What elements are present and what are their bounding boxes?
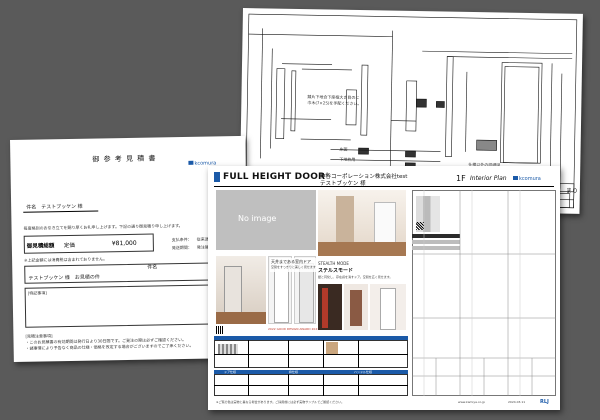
plan-grid-lines	[412, 190, 556, 396]
plan-footer-date: 2024.03.11	[508, 400, 526, 404]
plan-footer-url: www.kamiya.co.jp	[458, 400, 486, 404]
logo-mark-icon	[214, 172, 220, 182]
remarks-label: [特記事項]	[27, 290, 47, 296]
table-rule	[323, 340, 324, 368]
subject-value: テストブッケン 様 お見積の件	[28, 274, 100, 282]
drawing-label-base: 下地枠用	[339, 156, 356, 162]
drawing-label-floor: 床面	[339, 146, 348, 152]
drawing-note-2: 巾木(7×25)を手配ください。	[307, 100, 362, 107]
plan-footer-brand: RLJ	[540, 399, 549, 405]
header-divider	[214, 186, 554, 187]
stealth-photo-3	[370, 284, 406, 330]
drawing-bottom-right: まり	[565, 187, 578, 195]
drawing-note-1: 錆片下地合下座框大き目のに	[307, 94, 360, 101]
full-height-door-logo: FULL HEIGHT DOOR®	[223, 172, 330, 182]
table-rule	[323, 374, 324, 396]
estimate-title: 御 参 考 見 積 書	[92, 154, 157, 164]
floor-label: 1F	[456, 174, 466, 183]
table-rule	[214, 354, 408, 355]
handle-icon	[218, 344, 238, 354]
stealth-photo-2	[344, 284, 368, 330]
amount-value: ¥81,000	[111, 239, 137, 248]
stealth-desc: 壁と同化し、存在感を消すドア。空間を広く見せます。	[318, 275, 393, 279]
plan-brand: kcomura	[513, 176, 541, 182]
no-image-text: No image	[238, 214, 277, 223]
table-rule	[358, 340, 359, 368]
stealth-label: STEALTH MODE	[318, 261, 349, 266]
estimate-addressee-label: 件名	[26, 204, 37, 211]
divider	[23, 210, 99, 213]
estimate-addressee: テストブッケン 様	[41, 203, 83, 211]
no-image-placeholder: No image	[216, 190, 316, 250]
estimate-intro: 毎度格別のお引き立てを賜り厚くお礼申し上げます。下記の通り御見積り申し上げます。	[23, 223, 183, 231]
tax-note: ※上記金額には消費税は含まれておりません。	[24, 256, 108, 263]
amount-label: 御見積総額	[26, 243, 55, 250]
footer-label: [見積注意事項]	[25, 333, 53, 339]
color-swatch	[326, 342, 338, 354]
interior-photo	[318, 190, 406, 256]
amount-tax: 定価	[63, 242, 75, 250]
term-shipping-label: 発送期間：	[171, 244, 192, 251]
award-label: 2022 GOOD DESIGN AWARD 2021	[268, 327, 320, 331]
qr-code-icon	[216, 326, 224, 334]
table-rule	[248, 340, 249, 368]
table-rule	[358, 374, 359, 396]
term-payment-label: 支払条件：	[171, 236, 192, 243]
brand-mark-icon	[513, 176, 518, 180]
stealth-photo-1	[318, 284, 342, 330]
table-rule	[288, 340, 289, 368]
interior-plan-label: Interior Plan	[470, 175, 507, 182]
table-rule	[248, 374, 249, 396]
brand-mark-icon	[188, 160, 194, 165]
room-photo	[216, 256, 266, 324]
plan-footer-note: ※ご覧の色は実物と異なる場合があります。ご採用前には必ず実物サンプルでご確認くだ…	[216, 400, 345, 404]
catch-copy: 天井まである室内ドア 空間をすっきりと美しく見せます	[270, 258, 316, 272]
table-rule	[214, 385, 408, 386]
table-rule	[288, 374, 289, 396]
subject-label: 件名	[147, 264, 158, 271]
stealth-jp: ステルスモード	[318, 268, 354, 274]
interior-plan-sheet: FULL HEIGHT DOOR® 神谷コーポレーション株式会社test テスト…	[208, 166, 560, 410]
